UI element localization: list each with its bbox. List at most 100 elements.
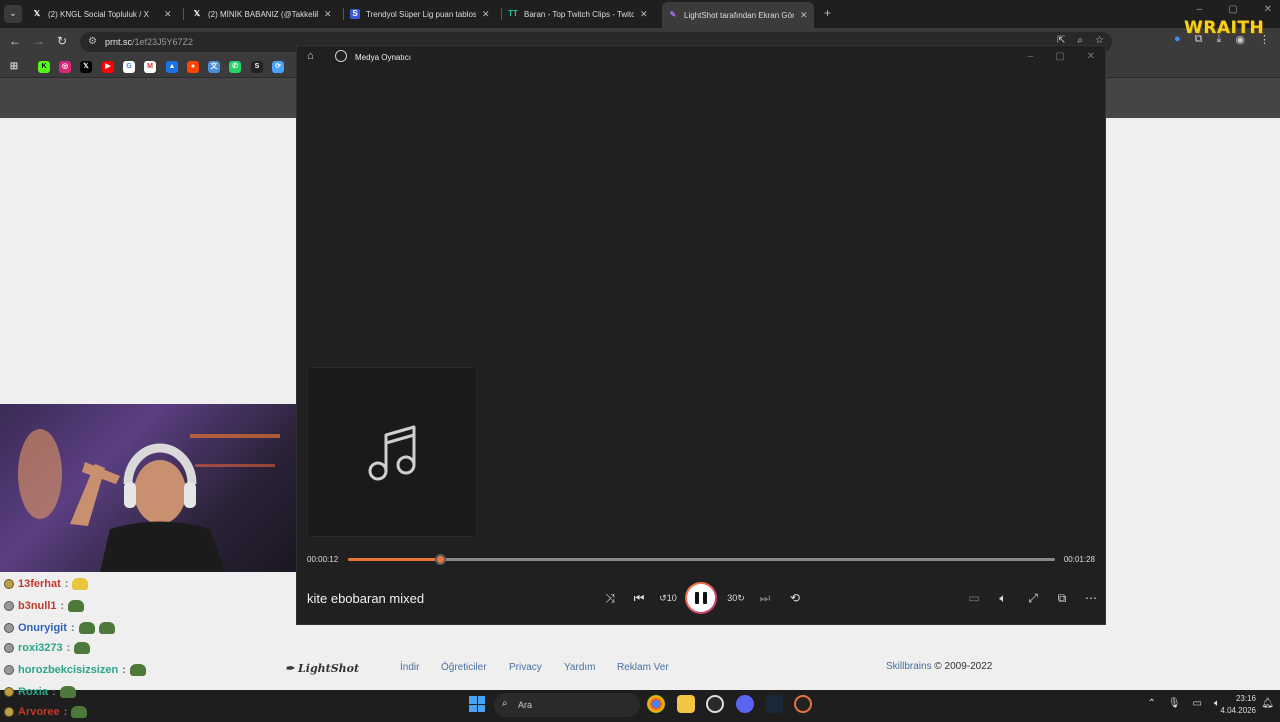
- gmail-icon[interactable]: M: [144, 61, 156, 73]
- maximize-icon[interactable]: ▢: [1228, 4, 1237, 15]
- player-titlebar: ⌂ Medya Oynatıcı – ▢ ✕: [297, 46, 1105, 68]
- x-logo-icon[interactable]: 𝕏: [80, 61, 92, 73]
- tab-title: (2) KNGL Social Topluluk / X: [48, 9, 149, 19]
- tab-5-active[interactable]: ✎ LightShot tarafından Ekran Gör… ✕: [662, 2, 814, 28]
- fullscreen-icon[interactable]: ⤢: [1022, 587, 1044, 609]
- tab-3[interactable]: S Trendyol Süper Lig puan tablosu ✕: [344, 4, 496, 24]
- music-note-icon: [368, 425, 416, 481]
- chat-username[interactable]: Onuryigit: [18, 622, 67, 634]
- steam-bookmark-icon[interactable]: S: [251, 61, 263, 73]
- chat-username[interactable]: horozbekcisizsizen: [18, 664, 118, 676]
- pause-button[interactable]: [685, 582, 717, 614]
- file-explorer-icon[interactable]: [677, 695, 695, 713]
- close-tab-icon[interactable]: ✕: [482, 9, 490, 20]
- chevron-up-icon[interactable]: ⌃: [1147, 698, 1155, 709]
- taskbar-clock[interactable]: 23:16 4.04.2026: [1220, 693, 1256, 717]
- close-icon[interactable]: ✕: [1087, 51, 1095, 62]
- close-icon[interactable]: ✕: [1264, 4, 1272, 15]
- maximize-icon[interactable]: ▢: [1055, 51, 1064, 62]
- microphone-icon[interactable]: 🎙︎: [1168, 698, 1181, 709]
- chat-message: 13ferhat:: [4, 574, 92, 594]
- footer-link-tutorials[interactable]: Öğreticiler: [441, 662, 487, 673]
- wraith-overlay-logo: WRAITH: [1184, 18, 1265, 38]
- windows-start-icon[interactable]: [469, 696, 485, 712]
- chrome-icon[interactable]: [647, 695, 665, 713]
- tab-1[interactable]: 𝕏 (2) KNGL Social Topluluk / X ✕: [26, 4, 178, 24]
- copyright-brand-link[interactable]: Skillbrains: [886, 661, 932, 672]
- instagram-icon[interactable]: ◎: [59, 61, 71, 73]
- chat-username[interactable]: 13ferhat: [18, 578, 61, 590]
- discord-icon[interactable]: [736, 695, 754, 713]
- forward-30-icon[interactable]: 30↻: [725, 587, 747, 609]
- mini-player-icon[interactable]: ⧉: [1051, 587, 1073, 609]
- youtube-icon[interactable]: ▶: [102, 61, 114, 73]
- windows-taskbar: ⌕ Ara ⌃ 🎙︎ ▭ 🔈︎ 23:16 4.04.2026 🔔︎: [0, 690, 1280, 720]
- previous-track-icon[interactable]: ⏮: [628, 587, 650, 609]
- clock-time: 23:16: [1235, 694, 1256, 703]
- new-tab-button[interactable]: +: [824, 6, 831, 20]
- notification-bell-icon[interactable]: 🔔︎: [1261, 698, 1274, 709]
- footer-link-privacy[interactable]: Privacy: [509, 662, 542, 673]
- footer-link-download[interactable]: İndir: [400, 662, 419, 673]
- chat-username[interactable]: b3null1: [18, 600, 57, 612]
- display-icon[interactable]: ▭: [1193, 698, 1202, 709]
- reload-icon[interactable]: ↻: [57, 34, 67, 48]
- trendyol-icon: S: [350, 9, 360, 19]
- seek-bar[interactable]: [348, 554, 1055, 565]
- tab-2[interactable]: 𝕏 (2) MİNİK BABANIZ (@TakkeliP… ✕: [186, 4, 338, 24]
- close-tab-icon[interactable]: ✕: [800, 10, 808, 21]
- apps-grid-icon[interactable]: ⊞: [8, 61, 20, 73]
- footer-link-advertise[interactable]: Reklam Ver: [617, 662, 669, 673]
- reddit-icon[interactable]: ●: [187, 61, 199, 73]
- next-track-icon[interactable]: ⏭: [754, 587, 776, 609]
- tab-4[interactable]: TT Baran - Top Twitch Clips - Twitch ✕: [502, 4, 654, 24]
- app-icon[interactable]: [706, 695, 724, 713]
- frog-emote-icon: [78, 622, 95, 634]
- twitchtracker-icon: TT: [508, 9, 518, 18]
- url-path: /1ef23J5Y67Z2: [132, 37, 194, 47]
- footer-link-help[interactable]: Yardım: [564, 662, 596, 673]
- google-icon[interactable]: G: [123, 61, 135, 73]
- back-arrow-icon[interactable]: ←: [9, 34, 21, 48]
- frog-emote-icon: [68, 600, 85, 612]
- system-tray: ⌃ 🎙︎ ▭ 🔈︎: [1147, 698, 1220, 709]
- minimize-icon[interactable]: –: [1028, 51, 1034, 62]
- window-controls: – ▢ ✕: [1197, 4, 1272, 15]
- chat-message: horozbekcisizsizen:: [4, 660, 150, 680]
- forward-arrow-icon[interactable]: →: [33, 34, 45, 48]
- search-placeholder: Ara: [518, 700, 533, 710]
- rewind-10-icon[interactable]: ↺10: [657, 587, 679, 609]
- seek-bar-thumb[interactable]: [434, 554, 446, 565]
- translate-icon[interactable]: 文: [208, 61, 220, 73]
- media-player-taskbar-icon[interactable]: [794, 695, 812, 713]
- home-icon[interactable]: ⌂: [307, 50, 314, 62]
- bookmark-icon[interactable]: ⟳: [272, 61, 284, 73]
- kick-icon[interactable]: K: [38, 61, 50, 73]
- chat-username[interactable]: roxi3273: [18, 642, 63, 654]
- copyright: Skillbrains © 2009-2022: [886, 661, 992, 672]
- chat-message: Onuryigit:: [4, 618, 119, 638]
- more-options-icon[interactable]: ⋯: [1080, 587, 1102, 609]
- url-text[interactable]: prnt.sc/1ef23J5Y67Z2: [105, 37, 193, 47]
- site-info-icon[interactable]: ⚙: [88, 36, 97, 47]
- shuffle-icon[interactable]: ⤨: [599, 587, 621, 609]
- lightshot-logo[interactable]: ✒ LightShot: [285, 662, 359, 675]
- whatsapp-icon[interactable]: ✆: [229, 61, 241, 73]
- album-art: [307, 367, 477, 537]
- extension-icon[interactable]: ●: [1174, 33, 1181, 46]
- frog-emote-icon: [74, 642, 91, 654]
- drive-icon[interactable]: ▲: [166, 61, 178, 73]
- tab-search-button[interactable]: ⌄: [4, 5, 22, 23]
- volume-icon[interactable]: 🔈︎: [992, 587, 1014, 609]
- close-tab-icon[interactable]: ✕: [640, 9, 648, 20]
- taskbar-search[interactable]: ⌕ Ara: [494, 693, 640, 717]
- total-time: 00:01:28: [1063, 555, 1095, 564]
- steam-icon[interactable]: [765, 695, 783, 713]
- speaker-icon[interactable]: 🔈︎: [1214, 698, 1220, 709]
- tab-title: LightShot tarafından Ekran Gör…: [684, 10, 794, 20]
- subtitles-icon[interactable]: ▭: [963, 587, 985, 609]
- close-tab-icon[interactable]: ✕: [324, 9, 332, 20]
- close-tab-icon[interactable]: ✕: [164, 9, 172, 20]
- minimize-icon[interactable]: –: [1197, 4, 1203, 15]
- repeat-icon[interactable]: ⟲: [784, 587, 806, 609]
